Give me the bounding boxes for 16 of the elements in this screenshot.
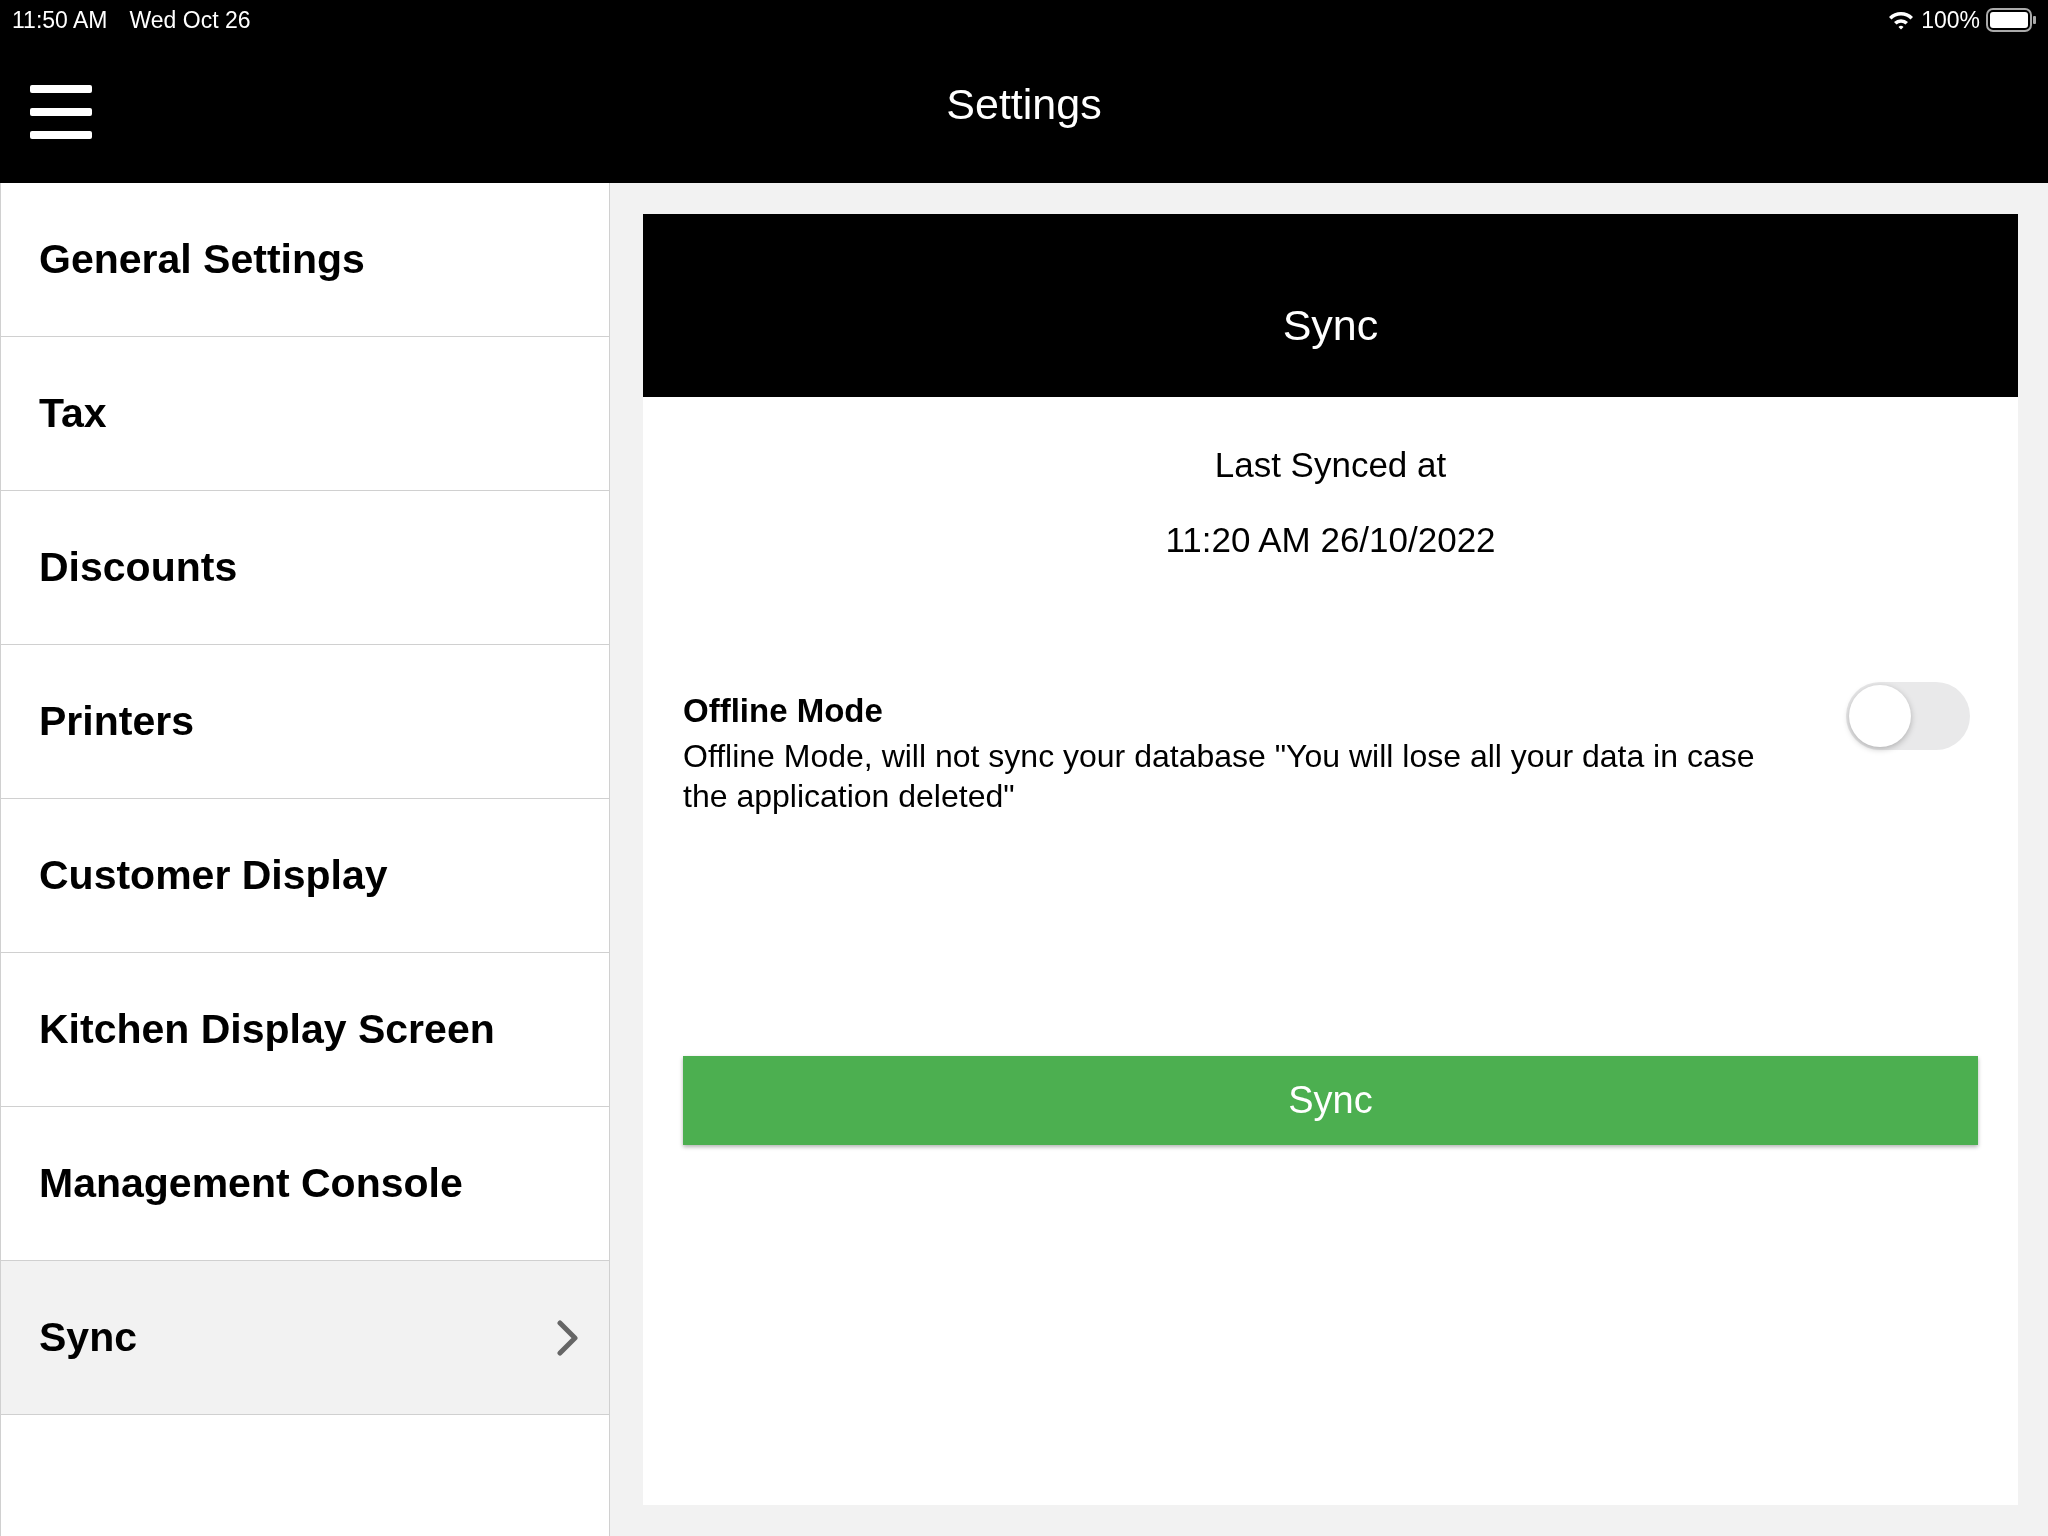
battery-icon [1986,8,2036,32]
offline-mode-title: Offline Mode [683,691,884,731]
card-title: Sync [1282,300,1379,352]
chevron-right-icon [557,1319,579,1356]
offline-mode-toggle[interactable] [1846,682,1970,750]
sidebar-item[interactable]: Sync [1,1261,609,1415]
menu-button[interactable] [30,84,92,139]
page-title: Settings [946,79,1102,131]
last-synced-value: 11:20 AM 26/10/2022 [1165,518,1496,561]
offline-mode-description: Offline Mode, will not sync your database "You will lose all your data in case the application deleted" [683,736,1756,816]
wifi-icon [1887,9,1916,31]
status-date: Wed Oct 26 [129,5,251,35]
menu-icon [30,84,92,139]
status-time: 11:50 AM [12,5,108,35]
battery-percentage: 100% [1921,5,1980,35]
last-synced-label: Last Synced at [1214,444,1447,486]
